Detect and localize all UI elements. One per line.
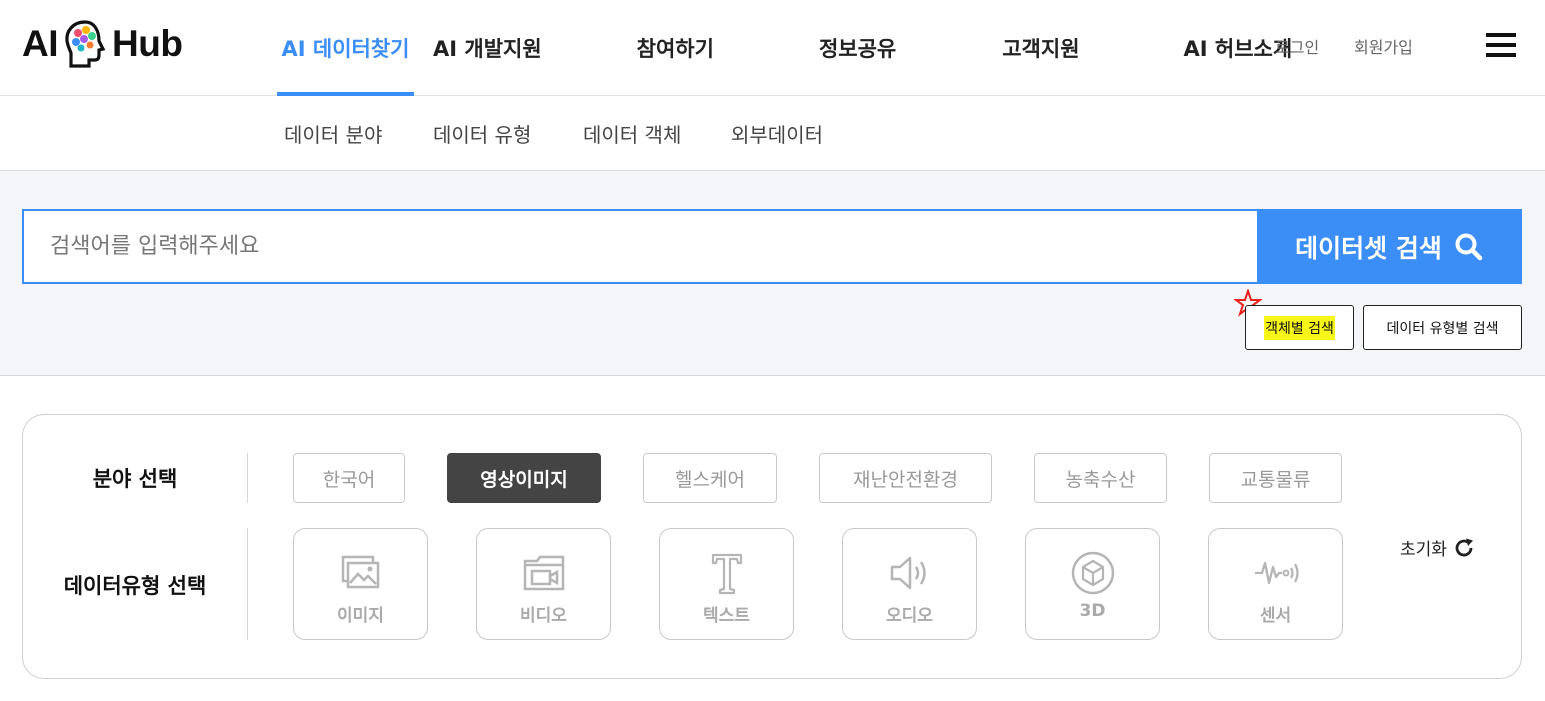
video-icon bbox=[523, 555, 564, 591]
logo-text-hub: Hub bbox=[112, 23, 183, 64]
brain-head-icon bbox=[65, 20, 106, 68]
aihub-logo[interactable]: AI Hub bbox=[22, 18, 183, 70]
type-3d-label: 3D bbox=[1079, 601, 1106, 621]
type-audio-button[interactable]: 오디오 bbox=[842, 528, 977, 640]
cube-3d-icon bbox=[1071, 551, 1114, 595]
hamburger-menu-icon[interactable] bbox=[1486, 33, 1516, 59]
object-search-button[interactable]: 객체별 검색 bbox=[1245, 305, 1354, 350]
reset-label: 초기화 bbox=[1400, 540, 1447, 560]
search-box bbox=[22, 209, 1258, 284]
logo-text-ai: AI bbox=[22, 23, 59, 64]
login-link[interactable]: 로그인 bbox=[1275, 34, 1319, 58]
search-input[interactable] bbox=[24, 211, 1258, 282]
type-3d-button[interactable]: 3D bbox=[1025, 528, 1160, 640]
field-healthcare[interactable]: 헬스케어 bbox=[643, 453, 777, 503]
subnav-data-field[interactable]: 데이터 분야 bbox=[284, 119, 382, 148]
sensor-icon bbox=[1254, 561, 1299, 585]
object-search-label: 객체별 검색 bbox=[1264, 315, 1335, 340]
field-transport[interactable]: 교통물류 bbox=[1209, 453, 1342, 503]
subnav-data-object[interactable]: 데이터 객체 bbox=[583, 119, 681, 148]
dataset-search-button[interactable]: 데이터셋 검색 bbox=[1257, 209, 1522, 284]
type-search-button[interactable]: 데이터 유형별 검색 bbox=[1363, 305, 1522, 350]
search-button-label: 데이터셋 검색 bbox=[1295, 233, 1442, 263]
field-agriculture[interactable]: 농축수산 bbox=[1034, 453, 1167, 503]
reset-button[interactable]: 초기화 bbox=[1400, 535, 1475, 560]
type-video-label: 비디오 bbox=[520, 606, 567, 626]
divider bbox=[247, 528, 248, 640]
top-header: AI Hub AI 데이터찾기 AI 개발지원 참여하기 정보공유 고객지원 A… bbox=[0, 0, 1545, 96]
divider bbox=[247, 453, 248, 503]
subnav-data-type[interactable]: 데이터 유형 bbox=[433, 119, 531, 148]
field-korean[interactable]: 한국어 bbox=[293, 453, 405, 503]
search-icon bbox=[1455, 233, 1483, 260]
type-sensor-button[interactable]: 센서 bbox=[1208, 528, 1343, 640]
audio-icon bbox=[890, 556, 926, 590]
text-icon bbox=[711, 553, 742, 595]
type-audio-label: 오디오 bbox=[886, 606, 933, 626]
refresh-icon bbox=[1455, 538, 1473, 556]
type-text-label: 텍스트 bbox=[703, 606, 750, 626]
type-text-button[interactable]: 텍스트 bbox=[659, 528, 794, 640]
filter-panel: 분야 선택 데이터유형 선택 한국어 영상이미지 헬스케어 재난안전환경 농축수… bbox=[22, 414, 1522, 679]
type-image-label: 이미지 bbox=[337, 606, 384, 626]
type-sensor-label: 센서 bbox=[1259, 606, 1292, 626]
sub-nav: 데이터 분야 데이터 유형 데이터 객체 외부데이터 bbox=[0, 96, 1545, 171]
search-area: 데이터셋 검색 객체별 검색 데이터 유형별 검색 bbox=[0, 171, 1545, 376]
gnb-customer-support[interactable]: 고객지원 bbox=[1002, 0, 1079, 96]
field-video-image[interactable]: 영상이미지 bbox=[447, 453, 601, 503]
gnb-ai-dev-support[interactable]: AI 개발지원 bbox=[433, 0, 542, 96]
global-nav: AI 데이터찾기 AI 개발지원 참여하기 정보공유 고객지원 AI 허브소개 bbox=[277, 0, 1292, 96]
type-image-button[interactable]: 이미지 bbox=[293, 528, 428, 640]
gnb-info-share[interactable]: 정보공유 bbox=[819, 0, 896, 96]
field-disaster-safety[interactable]: 재난안전환경 bbox=[819, 453, 992, 503]
field-select-label: 분야 선택 bbox=[92, 467, 178, 491]
type-video-button[interactable]: 비디오 bbox=[476, 528, 611, 640]
subnav-external-data[interactable]: 외부데이터 bbox=[731, 119, 823, 148]
type-select-label: 데이터유형 선택 bbox=[63, 574, 207, 598]
gnb-ai-data-search[interactable]: AI 데이터찾기 bbox=[277, 0, 414, 96]
image-icon bbox=[341, 555, 379, 589]
signup-link[interactable]: 회원가입 bbox=[1354, 34, 1413, 58]
gnb-participate[interactable]: 참여하기 bbox=[637, 0, 714, 96]
